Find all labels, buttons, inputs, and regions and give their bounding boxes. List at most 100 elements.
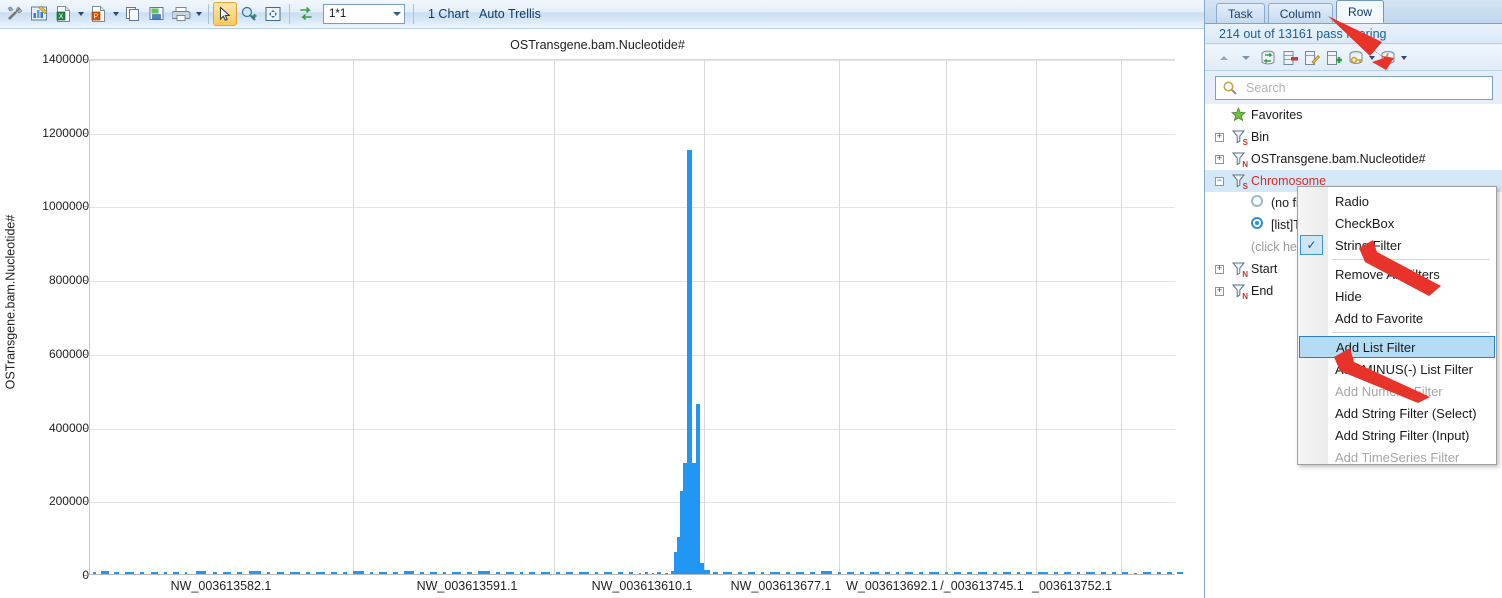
- lightning-filter-dropdown-caret[interactable]: [1399, 47, 1409, 69]
- bar[interactable]: [761, 572, 764, 574]
- collapse-icon[interactable]: −: [1215, 176, 1224, 186]
- bar[interactable]: [993, 572, 997, 574]
- bar[interactable]: [704, 569, 710, 574]
- bar[interactable]: [1003, 571, 1011, 574]
- bar[interactable]: [506, 571, 514, 574]
- bar[interactable]: [860, 572, 864, 574]
- bar[interactable]: [657, 572, 661, 574]
- refresh-icon[interactable]: [294, 2, 318, 26]
- bar[interactable]: [796, 571, 804, 574]
- tab-task[interactable]: Task: [1216, 3, 1265, 23]
- menu-item-add-string-filter-input[interactable]: Add String Filter (Input): [1298, 424, 1496, 446]
- tab-row[interactable]: Row: [1336, 0, 1385, 23]
- bar[interactable]: [125, 571, 134, 574]
- bar[interactable]: [140, 572, 144, 574]
- bar[interactable]: [1143, 571, 1151, 574]
- add-filter-icon[interactable]: [1323, 47, 1345, 69]
- bar[interactable]: [821, 571, 832, 574]
- edit-filter-icon[interactable]: [1301, 47, 1323, 69]
- bar[interactable]: [723, 571, 732, 574]
- key-filter-dropdown-caret[interactable]: [1367, 47, 1377, 69]
- bar[interactable]: [566, 571, 573, 574]
- collapse-up-icon[interactable]: [1213, 47, 1235, 69]
- bar[interactable]: [665, 572, 668, 574]
- menu-item-string-filter[interactable]: ✓ String Filter: [1298, 234, 1496, 256]
- bar[interactable]: [652, 572, 654, 574]
- bar[interactable]: [1026, 572, 1032, 574]
- trellis-layout-combo[interactable]: 1*1: [323, 4, 405, 24]
- bar[interactable]: [343, 572, 347, 574]
- bar[interactable]: [101, 571, 109, 574]
- key-filter-icon[interactable]: [1345, 47, 1367, 69]
- bar[interactable]: [316, 571, 325, 574]
- bar[interactable]: [713, 572, 718, 574]
- bar[interactable]: [173, 571, 179, 574]
- bar[interactable]: [267, 572, 270, 574]
- menu-item-add-to-favorite[interactable]: Add to Favorite: [1298, 307, 1496, 329]
- chevron-down-icon[interactable]: [393, 5, 401, 23]
- bar[interactable]: [978, 571, 987, 574]
- bar[interactable]: [404, 571, 414, 574]
- context-menu[interactable]: Radio CheckBox ✓ String Filter Remove All Fi…: [1297, 186, 1497, 465]
- tab-column[interactable]: Column: [1267, 3, 1334, 23]
- bar[interactable]: [430, 571, 437, 574]
- bar[interactable]: [196, 571, 206, 574]
- menu-item-radio[interactable]: Radio: [1298, 190, 1496, 212]
- bar[interactable]: [919, 572, 923, 574]
- bar[interactable]: [520, 572, 523, 574]
- bar[interactable]: [249, 571, 261, 574]
- bar[interactable]: [379, 571, 387, 574]
- expand-icon[interactable]: +: [1215, 286, 1224, 296]
- tree-item-ostransgene-bam-nucleotide[interactable]: + N OSTransgene.bam.Nucleotide#: [1205, 148, 1502, 170]
- print-dropdown-caret[interactable]: [193, 3, 204, 25]
- bar[interactable]: [738, 572, 742, 574]
- bar[interactable]: [967, 572, 972, 574]
- export-excel-icon[interactable]: X: [51, 2, 75, 26]
- bar[interactable]: [306, 572, 310, 574]
- bar[interactable]: [478, 571, 490, 574]
- bar[interactable]: [151, 571, 158, 574]
- menu-item-add-list-filter[interactable]: Add List Filter: [1299, 336, 1495, 358]
- bar[interactable]: [896, 572, 899, 574]
- menu-item-hide[interactable]: Hide: [1298, 285, 1496, 307]
- bar[interactable]: [331, 572, 337, 574]
- bar[interactable]: [645, 572, 648, 574]
- bar[interactable]: [1054, 572, 1058, 574]
- bar[interactable]: [905, 571, 913, 574]
- bar[interactable]: [420, 572, 424, 574]
- refresh-filters-icon[interactable]: [1257, 47, 1279, 69]
- bar[interactable]: [1064, 571, 1071, 574]
- lightning-filter-icon[interactable]: [1377, 47, 1399, 69]
- bar[interactable]: [696, 404, 700, 574]
- print-icon[interactable]: [169, 2, 193, 26]
- bar[interactable]: [93, 571, 96, 574]
- bar[interactable]: [604, 571, 612, 574]
- bar[interactable]: [838, 572, 841, 574]
- bar[interactable]: [541, 571, 550, 574]
- bar[interactable]: [164, 572, 167, 574]
- bar[interactable]: [452, 571, 461, 574]
- expand-icon[interactable]: +: [1215, 264, 1224, 274]
- remove-filter-icon[interactable]: [1279, 47, 1301, 69]
- bar[interactable]: [467, 572, 472, 574]
- bar[interactable]: [810, 572, 815, 574]
- menu-item-add-minus-list-filter[interactable]: Add MINUS(-) List Filter: [1298, 358, 1496, 380]
- save-image-icon[interactable]: [145, 2, 169, 26]
- bar[interactable]: [748, 571, 755, 574]
- bar[interactable]: [1017, 572, 1020, 574]
- bar[interactable]: [847, 571, 854, 574]
- bar[interactable]: [1086, 571, 1095, 574]
- expand-icon[interactable]: +: [1215, 132, 1224, 142]
- export-powerpoint-dropdown-caret[interactable]: [110, 3, 121, 25]
- bar[interactable]: [1077, 572, 1080, 574]
- bar[interactable]: [1122, 572, 1128, 574]
- bar[interactable]: [213, 572, 217, 574]
- bar[interactable]: [223, 571, 231, 574]
- bar[interactable]: [929, 571, 939, 574]
- bar[interactable]: [954, 571, 961, 574]
- bar[interactable]: [353, 571, 364, 574]
- bar[interactable]: [595, 572, 598, 574]
- bar[interactable]: [185, 572, 187, 574]
- pointer-icon[interactable]: [213, 2, 237, 26]
- tree-item-favorites[interactable]: Favorites: [1205, 104, 1502, 126]
